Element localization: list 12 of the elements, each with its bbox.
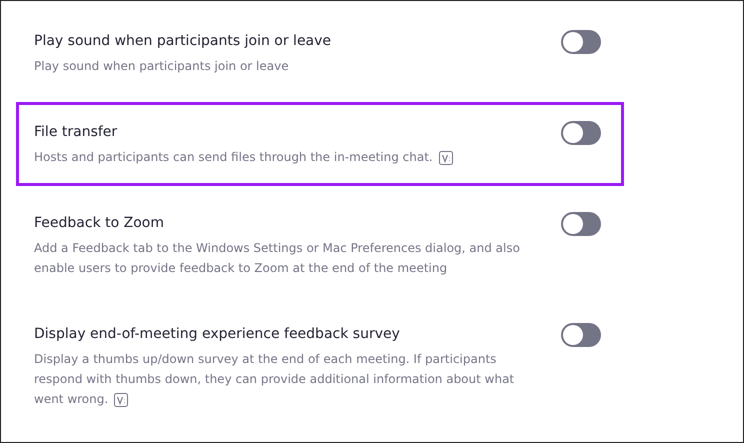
setting-description: Display a thumbs up/down survey at the end of each meeting. If participants respond with thumbs down, they can provide additional information about what went wrong.	[34, 352, 514, 406]
setting-description: Play sound when participants join or leave	[34, 59, 289, 73]
setting-description: Add a Feedback tab to the Windows Settings or Mac Preferences dialog, and also enable users to provide feedback to Zoom at the end of the meeting	[34, 241, 520, 275]
setting-title: Feedback to Zoom	[34, 214, 165, 233]
toggle-switch[interactable]	[561, 30, 601, 54]
setting-description: Hosts and participants can send files through the in-meeting chat.	[34, 150, 433, 164]
toggle-switch[interactable]	[561, 212, 601, 236]
toggle-switch[interactable]	[561, 323, 601, 347]
toggle-switch[interactable]	[561, 121, 601, 145]
setting-title: File transfer	[34, 123, 118, 142]
setting-title: Display end-of-meeting experience feedback survey	[34, 325, 401, 344]
setting-title: Play sound when participants join or leave	[34, 32, 332, 51]
